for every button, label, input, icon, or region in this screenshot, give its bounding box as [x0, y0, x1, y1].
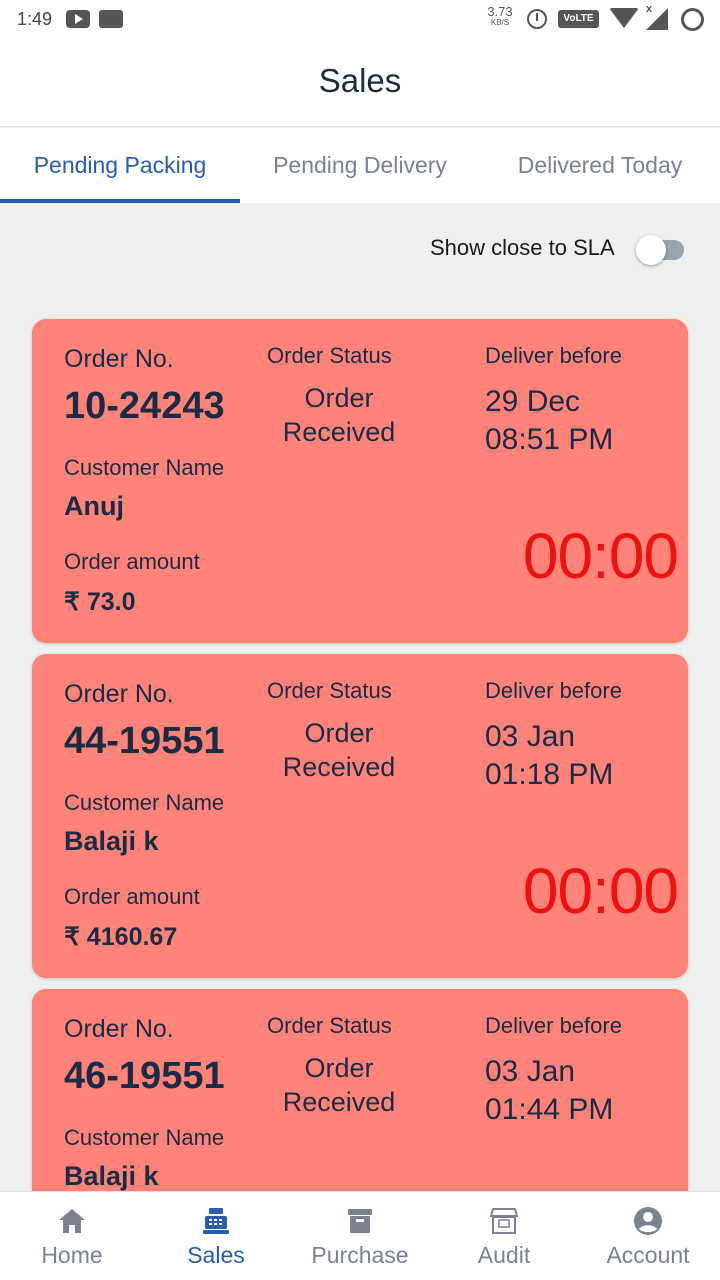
deliver-date: 03 Jan [485, 1055, 576, 1088]
status-bar: 1:49 3.73 KB/S VoLTE x [0, 0, 720, 40]
order-status: Order Received [282, 383, 396, 447]
app-bar: Sales [0, 40, 720, 127]
customer-name: Balaji k [64, 826, 159, 856]
order-status-label: Order Status [267, 343, 392, 368]
volte-icon: VoLTE [558, 10, 599, 28]
nav-label: Sales [187, 1242, 245, 1268]
toggle-thumb [636, 235, 666, 265]
nav-label: Home [41, 1242, 103, 1268]
order-amount: ₹ 73.0 [64, 588, 136, 616]
deliver-before-label: Deliver before [485, 678, 622, 703]
tab-delivered-today[interactable]: Delivered Today [480, 128, 720, 203]
order-card[interactable]: Order No. 46-19551 Order Status Order Re… [32, 989, 688, 1192]
order-status-label: Order Status [267, 1013, 392, 1038]
nav-account[interactable]: Account [576, 1192, 720, 1280]
order-card[interactable]: Order No. 44-19551 Order Status Order Re… [32, 654, 688, 978]
tab-bar: Pending Packing Pending Delivery Deliver… [0, 128, 720, 203]
order-amount-label: Order amount [64, 549, 200, 574]
deliver-before-label: Deliver before [485, 343, 622, 368]
sla-toggle-label: Show close to SLA [430, 235, 615, 260]
battery-icon [681, 8, 704, 31]
customer-name: Anuj [64, 491, 124, 521]
store-24-icon [489, 1208, 519, 1234]
account-circle-icon [634, 1207, 662, 1235]
tab-indicator [0, 199, 240, 203]
customer-name-label: Customer Name [64, 1125, 225, 1150]
customer-name-label: Customer Name [64, 455, 225, 480]
deliver-time: 01:18 PM [485, 758, 614, 791]
nav-sales[interactable]: Sales [144, 1192, 288, 1280]
network-speed-unit: KB/S [490, 18, 510, 27]
cash-register-icon [203, 1208, 229, 1234]
sla-toggle-switch[interactable] [636, 235, 686, 265]
tab-pending-packing[interactable]: Pending Packing [0, 128, 240, 203]
deliver-time: 01:44 PM [485, 1093, 614, 1126]
order-amount-label: Order amount [64, 884, 200, 909]
network-speed-value: 3.73 [487, 4, 513, 19]
order-amount: ₹ 4160.67 [64, 923, 178, 951]
order-no-label: Order No. [64, 1015, 174, 1043]
network-speed: 3.73 KB/S [484, 5, 516, 28]
nav-label: Audit [477, 1242, 531, 1268]
order-card[interactable]: Order No. 10-24243 Order Status Order Re… [32, 319, 688, 643]
status-time: 1:49 [17, 9, 53, 29]
deliver-date: 29 Dec [485, 385, 581, 418]
order-list[interactable]: Order No. 10-24243 Order Status Order Re… [0, 300, 720, 1192]
store-notification-icon [99, 10, 123, 28]
wifi-icon [609, 8, 639, 28]
customer-name-label: Customer Name [64, 790, 225, 815]
nav-label: Account [606, 1242, 690, 1268]
deliver-before-value: 03 Jan 01:44 PM [485, 1053, 613, 1129]
alarm-icon [527, 9, 547, 29]
order-status-label: Order Status [267, 678, 392, 703]
deliver-before-label: Deliver before [485, 1013, 622, 1038]
youtube-icon [66, 10, 90, 28]
tab-pending-delivery[interactable]: Pending Delivery [240, 128, 480, 203]
customer-name: Balaji k [64, 1161, 159, 1191]
deliver-before-value: 29 Dec 08:51 PM [485, 383, 613, 459]
home-icon [59, 1209, 85, 1233]
sla-timer: 00:00 [522, 520, 679, 592]
order-no-label: Order No. [64, 345, 174, 373]
signal-icon [646, 8, 668, 30]
nav-home[interactable]: Home [0, 1192, 144, 1280]
order-status: Order Received [282, 1053, 396, 1117]
order-number: 44-19551 [64, 720, 225, 762]
bottom-nav: Home Sales Purchase Audit Account [0, 1191, 720, 1280]
deliver-before-value: 03 Jan 01:18 PM [485, 718, 613, 794]
nav-purchase[interactable]: Purchase [288, 1192, 432, 1280]
nav-label: Purchase [311, 1242, 409, 1268]
deliver-time: 08:51 PM [485, 423, 614, 456]
order-no-label: Order No. [64, 680, 174, 708]
sla-timer: 00:00 [522, 855, 679, 927]
order-status: Order Received [282, 718, 396, 782]
page-title: Sales [318, 62, 402, 99]
order-number: 46-19551 [64, 1055, 225, 1097]
archive-box-icon [348, 1209, 372, 1233]
order-number: 10-24243 [64, 385, 225, 427]
nav-audit[interactable]: Audit [432, 1192, 576, 1280]
deliver-date: 03 Jan [485, 720, 576, 753]
